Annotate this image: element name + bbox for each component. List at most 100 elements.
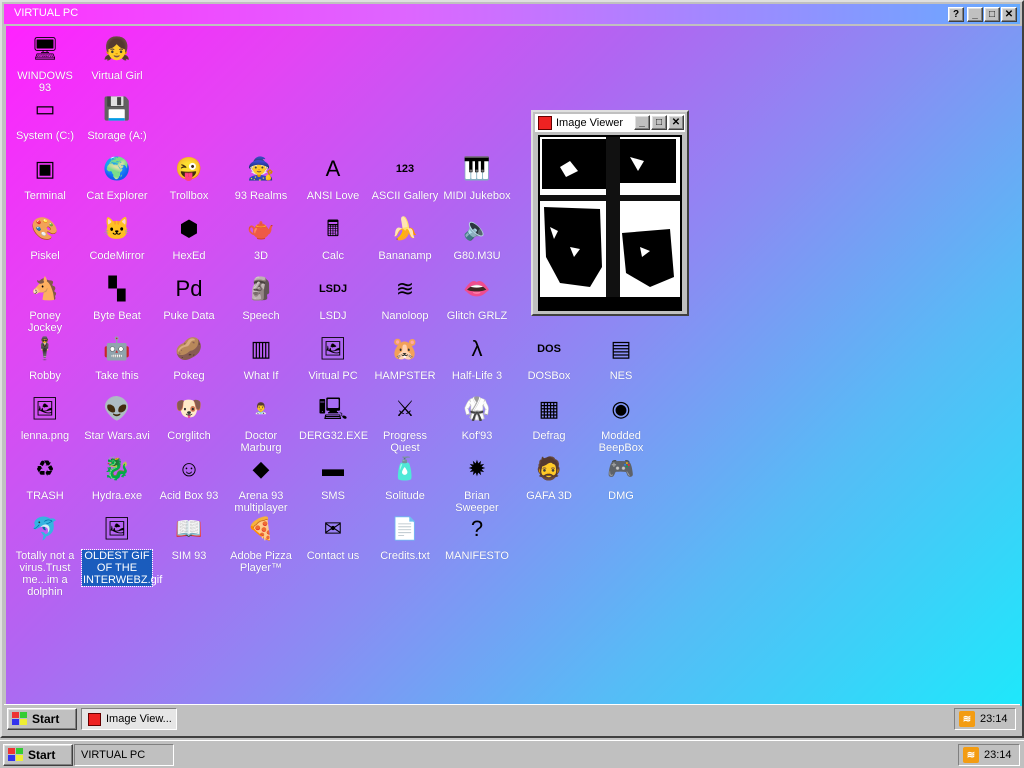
desktop-icon-label: CodeMirror — [89, 250, 145, 262]
desktop-icon-dmg[interactable]: 🎮 DMG — [586, 452, 656, 502]
desktop-icon-g80-m3u[interactable]: 🔈 G80.M3U — [442, 212, 512, 262]
desktop-icon-93-realms[interactable]: 🧙 93 Realms — [226, 152, 296, 202]
desktop-icon-bananamp[interactable]: 🍌 Bananamp — [370, 212, 440, 262]
desktop-icon-virtual-pc[interactable]: 🖼 Virtual PC — [298, 332, 368, 382]
desktop-icon-piskel[interactable]: 🎨 Piskel — [10, 212, 80, 262]
cat-explorer-icon: 🌍 — [103, 156, 131, 181]
desktop-icon-nanoloop[interactable]: ≋ Nanoloop — [370, 272, 440, 322]
desktop-icon-arena-93-multiplayer[interactable]: ◆ Arena 93 multiplayer — [226, 452, 296, 514]
desktop-icon-hexed[interactable]: ⬢ HexEd — [154, 212, 224, 262]
desktop-icon-label: MIDI Jukebox — [443, 190, 511, 202]
desktop-icon-ansi-love[interactable]: A ANSI Love — [298, 152, 368, 202]
desktop-icon-what-if[interactable]: ▥ What If — [226, 332, 296, 382]
desktop-icon-byte-beat[interactable]: ▚ Byte Beat — [82, 272, 152, 322]
trash-icon: ♻ — [35, 456, 55, 481]
desktop-icon-solitude[interactable]: 🧴 Solitude — [370, 452, 440, 502]
taskbar-item-image-viewer[interactable]: Image View... — [81, 708, 177, 730]
desktop-icon-sms[interactable]: ▬ SMS — [298, 452, 368, 502]
desktop-icon-ascii-gallery[interactable]: 123 ASCII Gallery — [370, 152, 440, 202]
desktop-icon-hampster[interactable]: 🐹 HAMPSTER — [370, 332, 440, 382]
desktop-icon-trollbox[interactable]: 😜 Trollbox — [154, 152, 224, 202]
solitude-icon: 🧴 — [391, 456, 419, 481]
desktop-icon-lsdj[interactable]: LSDJ LSDJ — [298, 272, 368, 322]
close-button[interactable]: ✕ — [1001, 7, 1017, 22]
inner-start-button[interactable]: Start — [7, 708, 77, 730]
windows-logo-icon — [12, 712, 28, 726]
desktop-icon-star-wars-avi[interactable]: 👽 Star Wars.avi — [82, 392, 152, 442]
desktop-icon-defrag[interactable]: ▦ Defrag — [514, 392, 584, 442]
desktop-icon-credits-txt[interactable]: 📄 Credits.txt — [370, 512, 440, 562]
modded-beepbox-icon: ◉ — [611, 396, 631, 421]
desktop-icon-poney-jockey[interactable]: 🐴 Poney Jockey — [10, 272, 80, 334]
iv-close-button[interactable]: ✕ — [668, 115, 684, 130]
desktop-icon-label: MANIFESTO — [445, 550, 509, 562]
desktop-icon-take-this[interactable]: 🤖 Take this — [82, 332, 152, 382]
desktop-icon-virtual-girl[interactable]: 👧 Virtual Girl — [82, 32, 152, 82]
virtual-pc-window: VIRTUAL PC ? _ □ ✕ 🖥 WINDOWS 93 👧 Virtual G… — [0, 0, 1024, 738]
image-viewer-window: Image Viewer _ □ ✕ — [531, 110, 689, 316]
desktop-icon-codemirror[interactable]: 🐱 CodeMirror — [82, 212, 152, 262]
desktop-icon-modded-beepbox[interactable]: ◉ Modded BeepBox — [586, 392, 656, 454]
taskbar-item-virtual-pc[interactable]: VIRTUAL PC — [74, 744, 174, 766]
desktop-icon-label: 93 Realms — [234, 190, 288, 202]
desktop-icon-corglitch[interactable]: 🐶 Corglitch — [154, 392, 224, 442]
desktop-icon-lenna-png[interactable]: 🖼 lenna.png — [10, 392, 80, 442]
desktop-icon-label: HexEd — [172, 250, 206, 262]
g80-m3u-icon: 🔈 — [463, 216, 491, 241]
desktop-icon-trash[interactable]: ♻ TRASH — [10, 452, 80, 502]
desktop-icon-glitch-grlz[interactable]: 👄 Glitch GRLZ — [442, 272, 512, 322]
piskel-icon: 🎨 — [31, 216, 59, 241]
help-button[interactable]: ? — [948, 7, 964, 22]
desktop-icon-pokeg[interactable]: 🥔 Pokeg — [154, 332, 224, 382]
desktop-icon-calc[interactable]: 🖩 Calc — [298, 212, 368, 262]
window-titlebar[interactable]: VIRTUAL PC ? _ □ ✕ — [4, 4, 1020, 24]
desktop-icon-robby[interactable]: 🕴 Robby — [10, 332, 80, 382]
desktop-icon-contact-us[interactable]: ✉ Contact us — [298, 512, 368, 562]
desktop-icon-brian-sweeper[interactable]: ✹ Brian Sweeper — [442, 452, 512, 514]
desktop-icon-windows-93[interactable]: 🖥 WINDOWS 93 — [10, 32, 80, 94]
task-label: Image View... — [106, 713, 172, 725]
desktop-icon-3d[interactable]: 🫖 3D — [226, 212, 296, 262]
desktop-icon-puke-data[interactable]: Pd Puke Data — [154, 272, 224, 322]
minimize-button[interactable]: _ — [967, 7, 983, 22]
desktop-icon-dosbox[interactable]: DOS DOSBox — [514, 332, 584, 382]
desktop-icon-adobe-pizza-player[interactable]: 🍕 Adobe Pizza Player™ — [226, 512, 296, 574]
desktop-icon-gafa-3d[interactable]: 🧔 GAFA 3D — [514, 452, 584, 502]
half-life-3-icon: λ — [471, 336, 483, 361]
desktop-icon-system-c[interactable]: ▭ System (C:) — [10, 92, 80, 142]
host-start-button[interactable]: Start — [3, 744, 73, 766]
desktop-icon-label: Doctor Marburg — [240, 430, 282, 454]
desktop-icon-speech[interactable]: 🗿 Speech — [226, 272, 296, 322]
desktop-icon-label: WINDOWS 93 — [17, 70, 73, 94]
desktop-icon-acid-box-93[interactable]: ☺ Acid Box 93 — [154, 452, 224, 502]
rss-icon[interactable]: ≋ — [959, 711, 975, 727]
desktop-icon-progress-quest[interactable]: ⚔ Progress Quest — [370, 392, 440, 454]
iv-minimize-button[interactable]: _ — [634, 115, 650, 130]
brian-sweeper-icon: ✹ — [467, 456, 487, 481]
desktop-icon-midi-jukebox[interactable]: 🎹 MIDI Jukebox — [442, 152, 512, 202]
desktop-icon-totally-not-a-virus-trust-me-im-a-dolphin[interactable]: 🐬 Totally not a virus.Trust me...im a dol… — [10, 512, 80, 598]
maximize-button[interactable]: □ — [984, 7, 1000, 22]
desktop-icon-oldest-gif-of-the-interwebz-gif[interactable]: 🖼 OLDEST GIF OF THE INTERWEBZ.gif — [81, 512, 163, 587]
desktop-icon-label: Solitude — [385, 490, 425, 502]
desktop-icon-doctor-marburg[interactable]: 👨‍⚕ Doctor Marburg — [226, 392, 296, 454]
desktop-icon-kof-93[interactable]: 🥋 Kof'93 — [442, 392, 512, 442]
desktop-icon-cat-explorer[interactable]: 🌍 Cat Explorer — [82, 152, 152, 202]
desktop-icon-label: OLDEST GIF OF THE INTERWEBZ.gif — [81, 549, 163, 587]
robby-icon: 🕴 — [31, 336, 59, 361]
desktop-icon-sim-93[interactable]: 📖 SIM 93 — [154, 512, 224, 562]
desktop-icon-storage-a[interactable]: 💾 Storage (A:) — [82, 92, 152, 142]
desktop-icon-derg32-exe[interactable]: 🖳 DERG32.EXE — [298, 392, 368, 442]
desktop[interactable]: 🖥 WINDOWS 93 👧 Virtual Girl ▭ System (C:) 💾 Sto… — [6, 26, 1022, 706]
desktop-icon-half-life-3[interactable]: λ Half-Life 3 — [442, 332, 512, 382]
desktop-icon-manifesto[interactable]: ? MANIFESTO — [442, 512, 512, 562]
desktop-icon-label: LSDJ — [319, 310, 347, 322]
desktop-icon-terminal[interactable]: ▣ Terminal — [10, 152, 80, 202]
image-viewer-titlebar[interactable]: Image Viewer _ □ ✕ — [535, 114, 685, 132]
desktop-icon-label: DOSBox — [527, 370, 571, 382]
iv-maximize-button[interactable]: □ — [651, 115, 667, 130]
desktop-icon-hydra-exe[interactable]: 🐉 Hydra.exe — [82, 452, 152, 502]
sim-93-icon: 📖 — [175, 516, 203, 541]
rss-icon[interactable]: ≋ — [963, 747, 979, 763]
desktop-icon-nes[interactable]: ▤ NES — [586, 332, 656, 382]
